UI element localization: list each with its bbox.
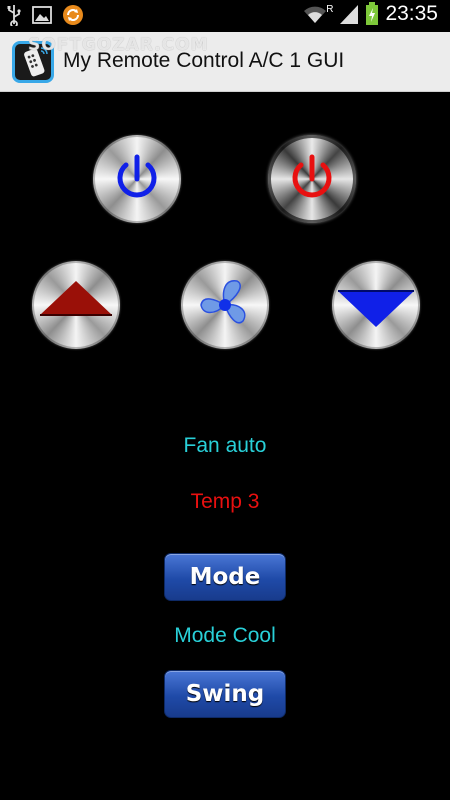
swing-button[interactable]: Swing (164, 670, 286, 718)
mode-button[interactable]: Mode (164, 553, 286, 601)
power-icon (292, 154, 332, 198)
status-bar: R 23:35 (0, 0, 450, 32)
triangle-down-icon (338, 290, 414, 327)
system-icons: R 23:35 (302, 2, 438, 26)
app-title: My Remote Control A/C 1 GUI (63, 49, 345, 72)
power-on-button[interactable] (93, 135, 181, 223)
triangle-up-icon (40, 281, 112, 316)
sync-icon (63, 5, 83, 25)
fan-status-label: Fan auto (183, 434, 267, 457)
mode-status-label: Mode Cool (174, 624, 276, 647)
power-off-button[interactable] (268, 135, 356, 223)
battery-charging-icon (366, 2, 379, 25)
fan-speed-button[interactable] (181, 261, 269, 349)
wifi-icon (304, 6, 327, 23)
gallery-icon (32, 6, 52, 24)
power-icon (117, 154, 157, 198)
temp-up-button[interactable] (32, 261, 120, 349)
clock: 23:35 (385, 2, 438, 25)
temp-down-button[interactable] (332, 261, 420, 349)
roaming-indicator: R (326, 3, 334, 15)
signal-icon (340, 5, 359, 24)
action-bar: SOFTGOZAR.COM My Remote Control A/C 1 GU… (0, 32, 450, 92)
usb-icon (7, 5, 21, 26)
notification-icons (6, 4, 84, 26)
temp-status-label: Temp 3 (190, 490, 260, 513)
fan-icon (200, 280, 246, 324)
